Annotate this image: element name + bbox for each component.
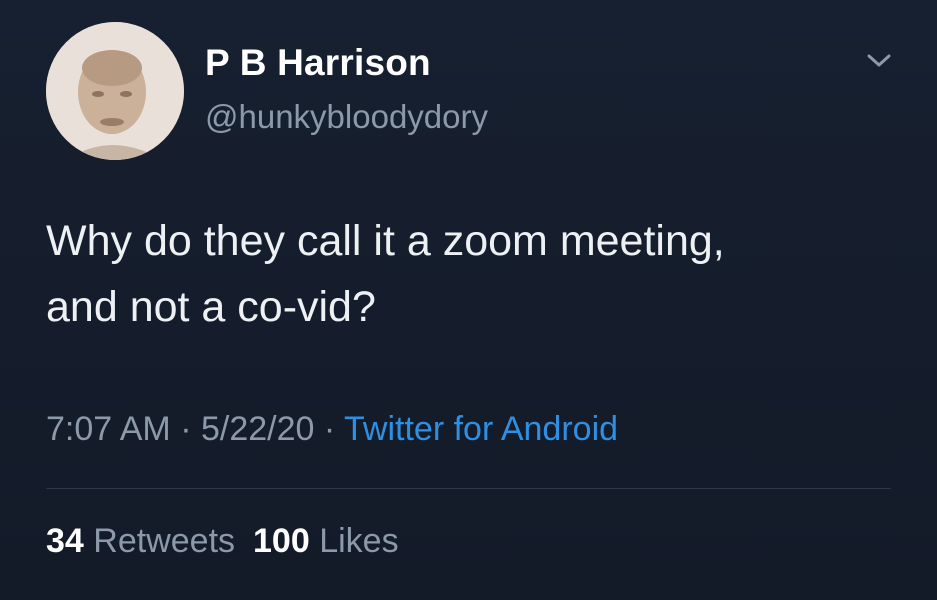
tweet-stats: 34 Retweets 100 Likes [46, 522, 399, 561]
tweet-source-link[interactable]: Twitter for Android [344, 410, 618, 448]
meta-separator: · [170, 410, 201, 448]
tweet-metadata: 7:07 AM · 5/22/20 · Twitter for Android [46, 410, 618, 449]
tweet-text-line-1: Why do they call it a zoom meeting, [46, 217, 725, 265]
meta-separator: · [314, 410, 345, 448]
tweet-text: Why do they call it a zoom meeting, and … [46, 208, 916, 340]
retweets-label: Retweets [93, 522, 236, 560]
likes-label: Likes [319, 522, 399, 560]
likes-stat[interactable]: 100 Likes [253, 522, 399, 560]
tweet-date[interactable]: 5/22/20 [201, 410, 314, 448]
user-handle[interactable]: @hunkybloodydory [205, 98, 488, 136]
tweet-time[interactable]: 7:07 AM [46, 410, 171, 448]
retweets-stat[interactable]: 34 Retweets [46, 522, 235, 560]
display-name[interactable]: P B Harrison [205, 42, 431, 84]
avatar[interactable] [46, 22, 184, 160]
profile-photo-icon [46, 22, 184, 160]
tweet-menu-button[interactable] [866, 52, 892, 70]
tweet-card: P B Harrison @hunkybloodydory Why do the… [0, 0, 937, 600]
tweet-text-line-2: and not a co-vid? [46, 283, 376, 331]
retweets-count: 34 [46, 522, 84, 560]
divider [46, 488, 891, 489]
likes-count: 100 [253, 522, 310, 560]
chevron-down-icon [867, 54, 891, 67]
